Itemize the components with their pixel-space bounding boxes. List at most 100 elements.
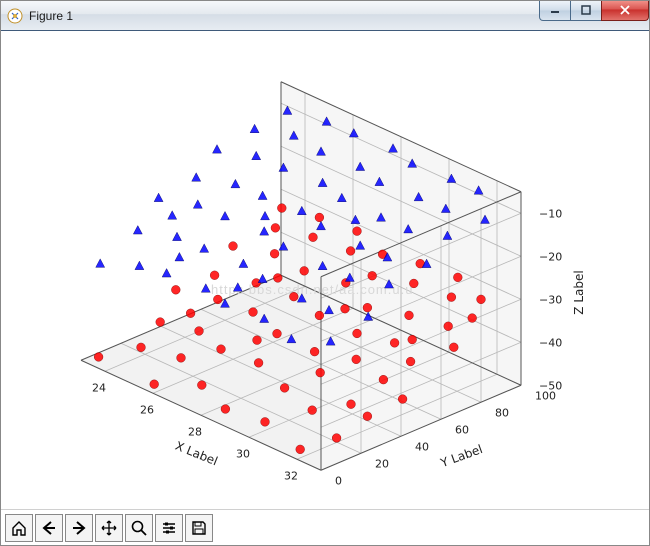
data-point-circle (277, 204, 286, 213)
data-point-triangle (239, 259, 248, 268)
y-axis-label: Y Label (438, 442, 485, 470)
y-tick-label: 20 (375, 457, 389, 470)
z-tick-label: −40 (539, 336, 562, 349)
maximize-button[interactable] (570, 1, 602, 21)
x-tick-label: 24 (92, 381, 106, 394)
data-point-circle (379, 375, 388, 384)
data-point-circle (316, 368, 325, 377)
x-tick-label: 30 (236, 447, 250, 460)
configure-button[interactable] (155, 514, 183, 542)
minimize-button[interactable] (539, 1, 571, 21)
data-point-circle (363, 412, 372, 421)
data-point-circle (156, 318, 165, 327)
data-point-triangle (162, 269, 171, 278)
y-tick-label: 0 (335, 474, 342, 487)
data-point-triangle (135, 261, 144, 270)
data-point-triangle (96, 259, 105, 268)
data-point-circle (253, 336, 262, 345)
data-point-circle (352, 355, 361, 364)
data-point-circle (310, 347, 319, 356)
data-point-circle (137, 343, 146, 352)
data-point-circle (296, 445, 305, 454)
titlebar[interactable]: Figure 1 (1, 1, 649, 31)
data-point-circle (368, 271, 377, 280)
data-point-circle (390, 338, 399, 347)
z-axis-label: Z Label (572, 270, 586, 314)
data-point-circle (229, 242, 238, 251)
back-button[interactable] (35, 514, 63, 542)
data-point-circle (405, 311, 414, 320)
data-point-triangle (133, 226, 142, 235)
close-button[interactable] (601, 1, 649, 21)
navigation-toolbar (1, 509, 649, 545)
x-tick-label: 28 (188, 425, 202, 438)
data-point-circle (477, 295, 486, 304)
data-point-circle (254, 358, 263, 367)
data-point-triangle (231, 179, 240, 188)
data-point-circle (271, 223, 280, 232)
save-button[interactable] (185, 514, 213, 542)
data-point-circle (217, 345, 226, 354)
window-controls (540, 1, 649, 21)
data-point-triangle (200, 244, 209, 253)
data-point-circle (406, 357, 415, 366)
z-tick-label: −10 (539, 207, 562, 220)
home-button[interactable] (5, 514, 33, 542)
data-point-circle (213, 295, 222, 304)
zoom-button[interactable] (125, 514, 153, 542)
pan-button[interactable] (95, 514, 123, 542)
data-point-circle (309, 233, 318, 242)
plot-area[interactable]: https bbs.csdn.net/aa.com.u.u24262830320… (1, 31, 649, 509)
data-point-circle (341, 304, 350, 313)
data-point-circle (353, 227, 362, 236)
data-point-triangle (261, 211, 270, 220)
data-point-triangle (258, 274, 267, 283)
data-point-triangle (221, 211, 230, 220)
data-point-circle (315, 213, 324, 222)
data-point-triangle (201, 284, 210, 293)
data-point-triangle (252, 151, 261, 160)
data-point-triangle (213, 145, 222, 154)
data-point-circle (332, 434, 341, 443)
data-point-triangle (192, 173, 201, 182)
x-axis-label: X Label (173, 439, 219, 469)
data-point-triangle (168, 211, 177, 220)
data-point-triangle (193, 200, 202, 209)
data-point-circle (347, 400, 356, 409)
data-point-circle (186, 309, 195, 318)
data-point-circle (468, 314, 477, 323)
data-point-circle (249, 308, 258, 317)
data-point-circle (346, 247, 355, 256)
data-point-circle (398, 395, 407, 404)
data-point-circle (315, 311, 324, 320)
data-point-circle (252, 279, 261, 288)
data-point-circle (273, 274, 282, 283)
data-point-circle (447, 293, 456, 302)
figure-window: Figure 1 https bbs.csdn.net/aa.com.u.u24… (0, 0, 650, 546)
scatter3d-plot: https bbs.csdn.net/aa.com.u.u24262830320… (1, 31, 649, 509)
data-point-triangle (258, 191, 267, 200)
data-point-circle (221, 405, 230, 414)
z-tick-label: −30 (539, 293, 562, 306)
data-point-triangle (250, 124, 259, 133)
z-tick-label: −20 (539, 250, 562, 263)
x-tick-label: 26 (140, 403, 154, 416)
data-point-circle (444, 322, 453, 331)
x-tick-label: 32 (284, 469, 298, 482)
data-point-circle (150, 380, 159, 389)
data-point-triangle (260, 227, 269, 236)
data-point-circle (197, 381, 206, 390)
data-point-circle (308, 406, 317, 415)
forward-button[interactable] (65, 514, 93, 542)
data-point-circle (280, 384, 289, 393)
data-point-circle (273, 329, 282, 338)
data-point-circle (453, 273, 462, 282)
y-tick-label: 80 (495, 406, 509, 419)
data-point-circle (449, 343, 458, 352)
data-point-circle (177, 353, 186, 362)
data-point-circle (289, 292, 298, 301)
data-point-circle (353, 329, 362, 338)
data-point-circle (94, 353, 103, 362)
data-point-triangle (175, 252, 184, 261)
data-point-circle (409, 279, 418, 288)
